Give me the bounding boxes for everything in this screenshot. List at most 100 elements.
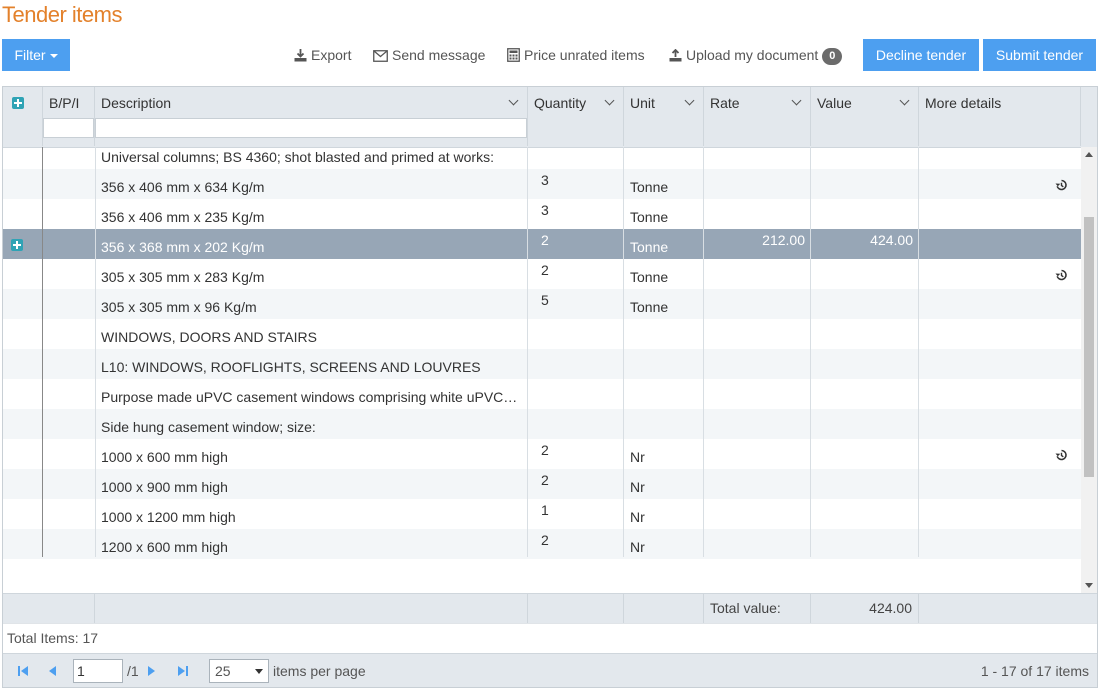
table-row[interactable]: WINDOWS, DOORS AND STAIRS bbox=[3, 319, 1081, 349]
header-value[interactable]: Value bbox=[811, 87, 919, 146]
table-row[interactable]: 356 x 368 mm x 202 Kg/m 2 Tonne 212.00 424.0… bbox=[3, 229, 1081, 259]
value-cell bbox=[811, 349, 919, 379]
quantity-cell: 5 bbox=[541, 292, 549, 308]
expand-row-icon[interactable] bbox=[11, 239, 23, 251]
header-unit[interactable]: Unit bbox=[624, 87, 704, 146]
header-rate[interactable]: Rate bbox=[704, 87, 811, 146]
description-cell: 305 x 305 mm x 96 Kg/m bbox=[101, 299, 257, 315]
scrollbar-thumb[interactable] bbox=[1084, 217, 1094, 477]
upload-icon bbox=[669, 48, 682, 62]
last-page-icon[interactable] bbox=[177, 665, 189, 677]
footer-cell bbox=[624, 594, 704, 623]
value-cell bbox=[811, 529, 919, 559]
rate-cell[interactable] bbox=[704, 169, 811, 199]
page-number-input[interactable]: 1 bbox=[73, 659, 123, 683]
column-divider bbox=[810, 147, 811, 557]
rate-cell[interactable] bbox=[704, 499, 811, 529]
submit-tender-button[interactable]: Submit tender bbox=[983, 39, 1096, 71]
vertical-scrollbar[interactable] bbox=[1081, 147, 1097, 593]
header-unit-label: Unit bbox=[630, 95, 655, 111]
history-icon[interactable] bbox=[1055, 178, 1067, 194]
description-cell: Purpose made uPVC casement windows compr… bbox=[101, 389, 518, 405]
rate-cell[interactable] bbox=[704, 529, 811, 559]
quantity-cell bbox=[528, 319, 624, 349]
table-row[interactable]: L10: WINDOWS, ROOFLIGHTS, SCREENS AND LO… bbox=[3, 349, 1081, 379]
filter-button[interactable]: Filter bbox=[2, 39, 70, 71]
table-row[interactable]: Universal columns; BS 4360; shot blasted… bbox=[3, 147, 1081, 169]
quantity-cell bbox=[528, 409, 624, 439]
footer-cell bbox=[3, 594, 95, 623]
description-cell: L10: WINDOWS, ROOFLIGHTS, SCREENS AND LO… bbox=[101, 359, 481, 375]
rate-cell[interactable] bbox=[704, 469, 811, 499]
export-label: Export bbox=[311, 47, 352, 63]
header-value-label: Value bbox=[817, 95, 852, 111]
description-cell: 1200 x 600 mm high bbox=[101, 539, 228, 555]
table-row[interactable]: 1000 x 1200 mm high 1 Nr bbox=[3, 499, 1081, 529]
more-details-cell bbox=[919, 259, 1081, 289]
header-more-details-label: More details bbox=[925, 95, 1002, 111]
description-cell: Universal columns; BS 4360; shot blasted… bbox=[101, 149, 494, 165]
table-row[interactable]: 1000 x 600 mm high 2 Nr bbox=[3, 439, 1081, 469]
table-row[interactable]: 305 x 305 mm x 283 Kg/m 2 Tonne bbox=[3, 259, 1081, 289]
grid-header: B/P/I Description Quantity Unit Rate Val… bbox=[3, 87, 1097, 148]
rate-cell[interactable] bbox=[704, 199, 811, 229]
page-size-select[interactable]: 25 bbox=[209, 659, 269, 683]
table-row[interactable]: 356 x 406 mm x 634 Kg/m 3 Tonne bbox=[3, 169, 1081, 199]
value-cell bbox=[811, 289, 919, 319]
rate-cell[interactable] bbox=[704, 439, 811, 469]
grid-body: Universal columns; BS 4360; shot blasted… bbox=[3, 147, 1081, 593]
chevron-down-icon[interactable] bbox=[508, 95, 519, 106]
rate-cell[interactable] bbox=[704, 409, 811, 439]
column-divider bbox=[95, 147, 96, 557]
caret-down-icon bbox=[49, 54, 58, 59]
scroll-up-icon[interactable] bbox=[1085, 152, 1093, 157]
send-message-button[interactable]: Send message bbox=[373, 46, 485, 64]
scroll-down-icon[interactable] bbox=[1085, 583, 1093, 588]
bpi-filter-input[interactable] bbox=[43, 118, 94, 138]
quantity-cell: 2 bbox=[541, 532, 549, 548]
quantity-cell: 1 bbox=[541, 502, 549, 518]
header-expand-cell bbox=[3, 87, 43, 146]
send-message-label: Send message bbox=[392, 47, 486, 63]
rate-cell[interactable] bbox=[704, 319, 811, 349]
rate-cell[interactable] bbox=[704, 147, 811, 169]
unit-cell bbox=[624, 147, 704, 169]
value-cell bbox=[811, 147, 919, 169]
rate-cell[interactable] bbox=[704, 379, 811, 409]
unit-cell: Nr bbox=[630, 509, 645, 525]
table-row[interactable]: Purpose made uPVC casement windows compr… bbox=[3, 379, 1081, 409]
expand-all-icon[interactable] bbox=[12, 97, 24, 109]
chevron-down-icon[interactable] bbox=[899, 95, 910, 106]
table-row[interactable]: 1000 x 900 mm high 2 Nr bbox=[3, 469, 1081, 499]
rate-cell[interactable] bbox=[704, 349, 811, 379]
first-page-icon[interactable] bbox=[17, 665, 29, 677]
header-quantity[interactable]: Quantity bbox=[528, 87, 624, 146]
upload-document-button[interactable]: Upload my document 0 bbox=[669, 46, 843, 65]
items-per-page-label: items per page bbox=[273, 663, 366, 679]
column-divider bbox=[42, 147, 43, 557]
value-cell bbox=[811, 259, 919, 289]
value-cell bbox=[811, 169, 919, 199]
column-divider bbox=[918, 147, 919, 557]
next-page-icon[interactable] bbox=[147, 665, 157, 677]
previous-page-icon[interactable] bbox=[47, 665, 57, 677]
pager-range-text: 1 - 17 of 17 items bbox=[980, 663, 1089, 679]
rate-cell[interactable]: 212.00 bbox=[704, 229, 811, 259]
upload-label: Upload my document bbox=[686, 47, 819, 63]
chevron-down-icon[interactable] bbox=[791, 95, 802, 106]
chevron-down-icon[interactable] bbox=[604, 95, 615, 106]
chevron-down-icon[interactable] bbox=[684, 95, 695, 106]
table-row[interactable]: 305 x 305 mm x 96 Kg/m 5 Tonne bbox=[3, 289, 1081, 319]
value-cell bbox=[811, 439, 919, 469]
rate-cell[interactable] bbox=[704, 289, 811, 319]
export-button[interactable]: Export bbox=[294, 46, 351, 64]
rate-cell[interactable] bbox=[704, 259, 811, 289]
table-row[interactable]: Side hung casement window; size: bbox=[3, 409, 1081, 439]
history-icon[interactable] bbox=[1055, 268, 1067, 284]
description-filter-input[interactable] bbox=[95, 118, 527, 138]
history-icon[interactable] bbox=[1055, 448, 1067, 464]
table-row[interactable]: 1200 x 600 mm high 2 Nr bbox=[3, 529, 1081, 559]
decline-tender-button[interactable]: Decline tender bbox=[863, 39, 979, 71]
price-unrated-button[interactable]: Price unrated items bbox=[507, 46, 645, 64]
table-row[interactable]: 356 x 406 mm x 235 Kg/m 3 Tonne bbox=[3, 199, 1081, 229]
